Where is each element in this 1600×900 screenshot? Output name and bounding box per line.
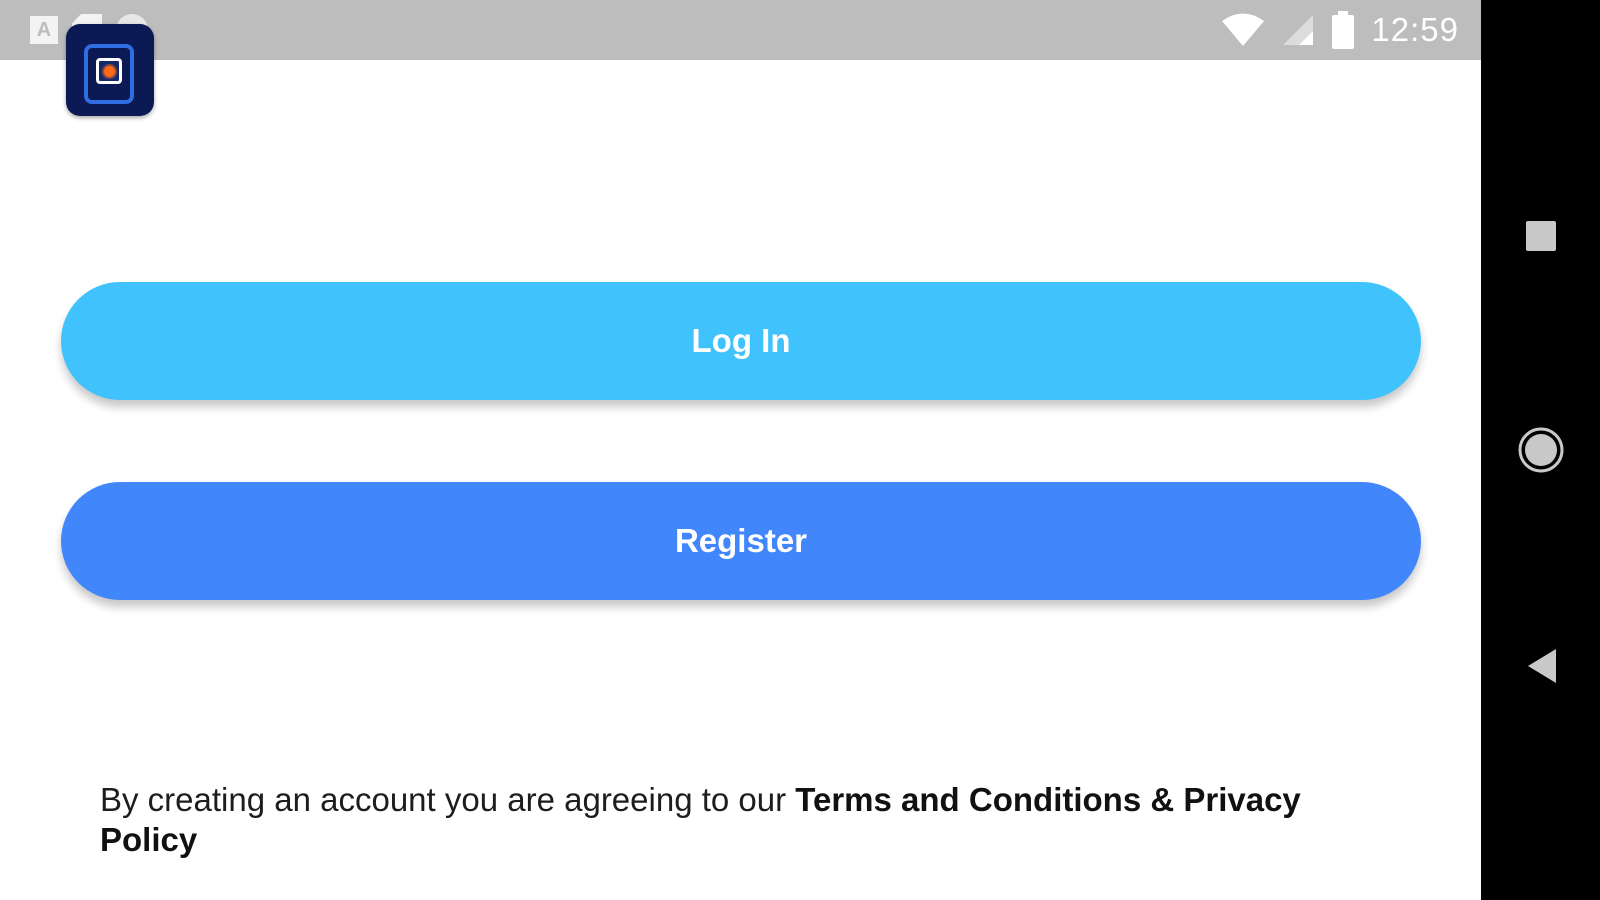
battery-icon [1332, 11, 1355, 49]
recents-button[interactable] [1481, 186, 1600, 286]
login-button[interactable]: Log In [61, 282, 1421, 400]
signal-icon [1283, 15, 1314, 45]
app-screen: A 12:59 Log In Register By creating an a… [0, 0, 1481, 900]
terms-notice: By creating an account you are agreeing … [100, 780, 1400, 860]
wifi-icon [1222, 13, 1265, 46]
logo-sun [104, 66, 115, 77]
status-system-icons: 12:59 [1221, 10, 1459, 50]
status-bar: A 12:59 [0, 0, 1481, 60]
status-clock: 12:59 [1371, 11, 1459, 48]
logo-screen [96, 58, 122, 84]
register-button[interactable]: Register [61, 482, 1421, 600]
back-button[interactable] [1481, 616, 1600, 716]
a-notification-icon: A [30, 16, 58, 44]
back-icon [1527, 649, 1556, 683]
app-logo-icon [66, 24, 154, 116]
recents-icon [1525, 221, 1556, 251]
terms-text: By creating an account you are agreeing … [100, 781, 796, 818]
navigation-bar [1481, 0, 1600, 900]
home-icon [1518, 427, 1563, 473]
home-button[interactable] [1481, 400, 1600, 500]
phone-outline [84, 44, 134, 104]
